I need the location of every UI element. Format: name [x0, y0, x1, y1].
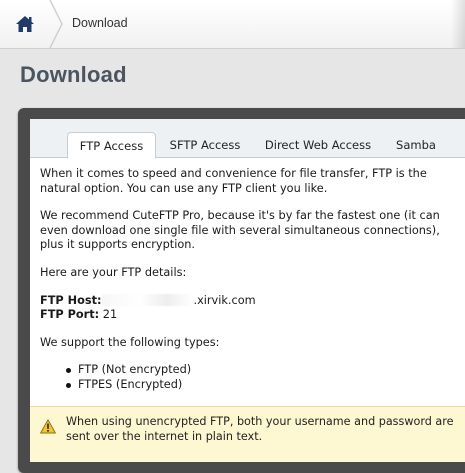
ftp-host-redacted	[101, 293, 194, 306]
tab-label: FTP Access	[79, 138, 144, 153]
ftp-host-value: .xirvik.com	[193, 293, 256, 307]
home-button[interactable]	[0, 0, 50, 48]
breadcrumb-current[interactable]: Download	[72, 16, 128, 30]
tab-label: SFTP Access	[169, 137, 241, 152]
ftp-host-line: FTP Host: .xirvik.com	[40, 293, 460, 309]
tab-label: Samba	[396, 137, 436, 152]
warning-box: When using unencrypted FTP, both your us…	[30, 406, 465, 453]
list-item: FTP (Not encrypted)	[66, 363, 460, 378]
topbar-shade	[451, 0, 465, 48]
ftp-port-value: 21	[102, 308, 118, 322]
list-item: FTPES (Encrypted)	[66, 378, 460, 393]
tab-content: When it comes to speed and convenience f…	[40, 167, 460, 393]
breadcrumb-bar: Download	[0, 0, 465, 49]
tab-ftp-access[interactable]: FTP Access	[67, 132, 156, 159]
types-list: FTP (Not encrypted) FTPES (Encrypted)	[40, 363, 460, 392]
recommend-text: We recommend CuteFTP Pro, because it's b…	[40, 209, 440, 252]
types-heading: We support the following types:	[40, 335, 220, 349]
warning-text: When using unencrypted FTP, both your us…	[66, 415, 454, 443]
details-heading: Here are your FTP details:	[40, 265, 187, 279]
warning-icon	[40, 419, 56, 434]
home-icon	[16, 16, 34, 32]
tab-label: Direct Web Access	[264, 137, 372, 152]
intro-text: When it comes to speed and convenience f…	[40, 167, 427, 195]
tab-direct-web-access[interactable]: Direct Web Access	[258, 132, 378, 157]
ftp-port-label: FTP Port:	[40, 308, 100, 322]
download-panel: FTP Access SFTP Access Direct Web Access…	[30, 119, 465, 462]
warning-bottom	[30, 452, 465, 462]
ftp-host-label: FTP Host:	[40, 293, 102, 307]
ftp-port-line: FTP Port: 21	[40, 308, 460, 323]
tab-sftp-access[interactable]: SFTP Access	[162, 132, 248, 157]
page-title: Download	[20, 62, 127, 87]
tab-strip: FTP Access SFTP Access Direct Web Access…	[30, 119, 465, 159]
tab-samba[interactable]: Samba	[390, 132, 442, 157]
breadcrumb-separator	[49, 0, 63, 48]
